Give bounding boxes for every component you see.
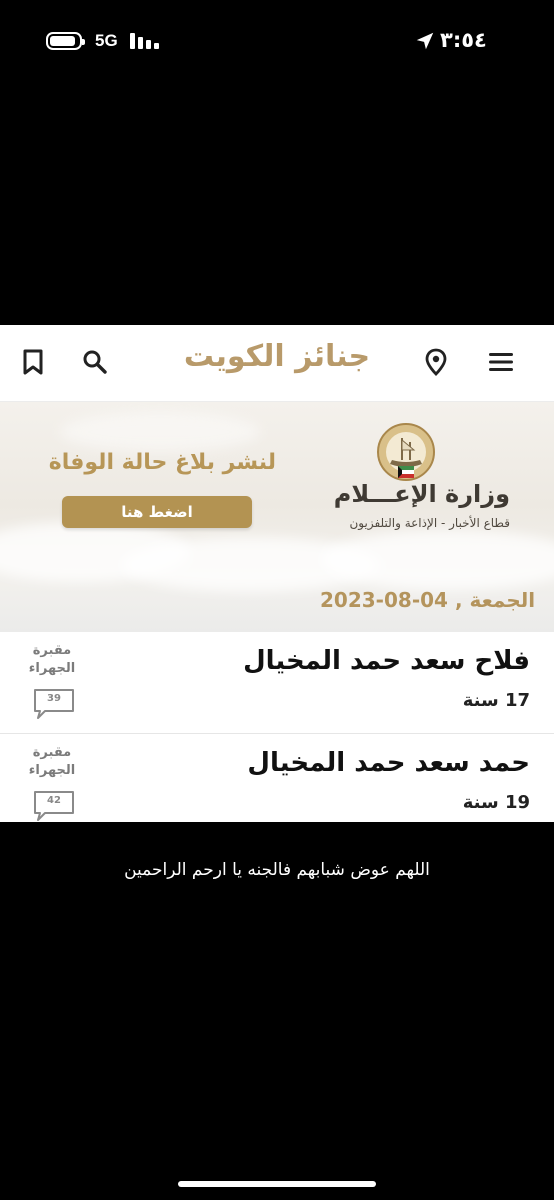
menu-icon[interactable] <box>486 347 516 377</box>
list-item[interactable]: فلاح سعد حمد المخيال 17 سنة مقبرة الجهرا… <box>0 632 554 734</box>
deceased-name: فلاح سعد حمد المخيال <box>243 646 530 676</box>
location-pin-icon[interactable] <box>421 347 451 377</box>
cemetery-label: مقبرة الجهراء <box>28 643 76 676</box>
signal-icon <box>130 33 160 49</box>
comment-count: 39 <box>47 693 61 704</box>
home-indicator[interactable] <box>178 1181 376 1187</box>
ministry-name: وزارة الإعـــلام <box>333 480 510 508</box>
comment-icon[interactable]: 42 <box>31 789 77 822</box>
deceased-name: حمد سعد حمد المخيال <box>247 748 530 778</box>
ministry-subtitle: قطاع الأخبار - الإذاعة والتلفزيون <box>349 516 510 530</box>
press-here-button[interactable]: اضغط هنا <box>62 496 252 528</box>
banner-cta-text: لنشر بلاغ حالة الوفاة <box>48 450 276 475</box>
status-bar: 5G ٣:٥٤ <box>0 0 554 84</box>
comment-count: 42 <box>47 795 61 806</box>
comment-icon[interactable]: 39 <box>31 687 77 721</box>
obituary-date: الجمعة , 04-08-2023 <box>320 588 536 612</box>
network-type: 5G <box>95 31 118 50</box>
battery-icon <box>46 32 85 50</box>
site-title[interactable]: جنائز الكويت <box>0 339 554 374</box>
obituary-list: فلاح سعد حمد المخيال 17 سنة مقبرة الجهرا… <box>0 632 554 822</box>
status-time: ٣:٥٤ <box>440 28 487 52</box>
embedded-webpage: جنائز الكويت لنشر بلاغ حالة الوفاة اضغط … <box>0 325 554 822</box>
deceased-age: 17 سنة <box>462 690 530 711</box>
deceased-age: 19 سنة <box>462 792 530 813</box>
screen: 5G ٣:٥٤ جنائز الكويت لنشر بلاغ حالة الوف… <box>0 0 554 1200</box>
list-item[interactable]: حمد سعد حمد المخيال 19 سنة مقبرة الجهراء… <box>0 734 554 822</box>
report-death-banner[interactable]: لنشر بلاغ حالة الوفاة اضغط هنا وزارة الإ… <box>0 402 554 632</box>
location-arrow-icon <box>416 32 434 50</box>
site-header: جنائز الكويت <box>0 325 554 402</box>
caption-text: اللهم عوض شبابهم فالجنه يا ارحم الراحمين <box>124 860 430 880</box>
cemetery-label: مقبرة الجهراء <box>28 745 76 778</box>
